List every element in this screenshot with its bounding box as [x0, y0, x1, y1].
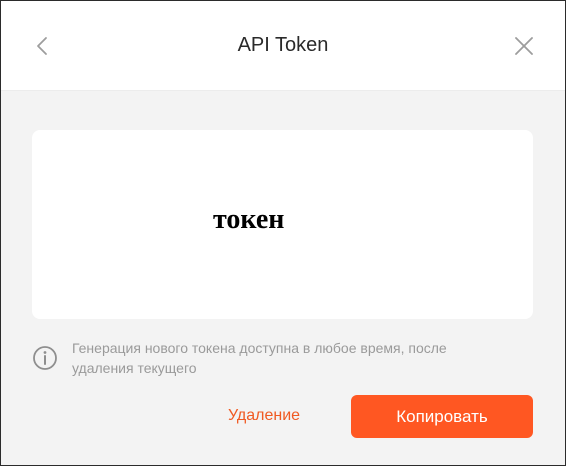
- info-icon: [33, 346, 57, 370]
- token-card: токен: [32, 130, 533, 319]
- copy-button[interactable]: Копировать: [351, 395, 533, 438]
- close-icon: [515, 37, 533, 55]
- close-button[interactable]: [509, 31, 539, 61]
- info-message: Генерация нового токена доступна в любое…: [72, 340, 447, 376]
- token-value[interactable]: токен: [213, 202, 284, 238]
- dialog-title: API Token: [237, 34, 329, 56]
- delete-button[interactable]: Удаление: [209, 397, 319, 435]
- dialog-header: API Token: [1, 1, 565, 91]
- api-token-dialog: API Token токен Генерация нового токена …: [0, 0, 566, 466]
